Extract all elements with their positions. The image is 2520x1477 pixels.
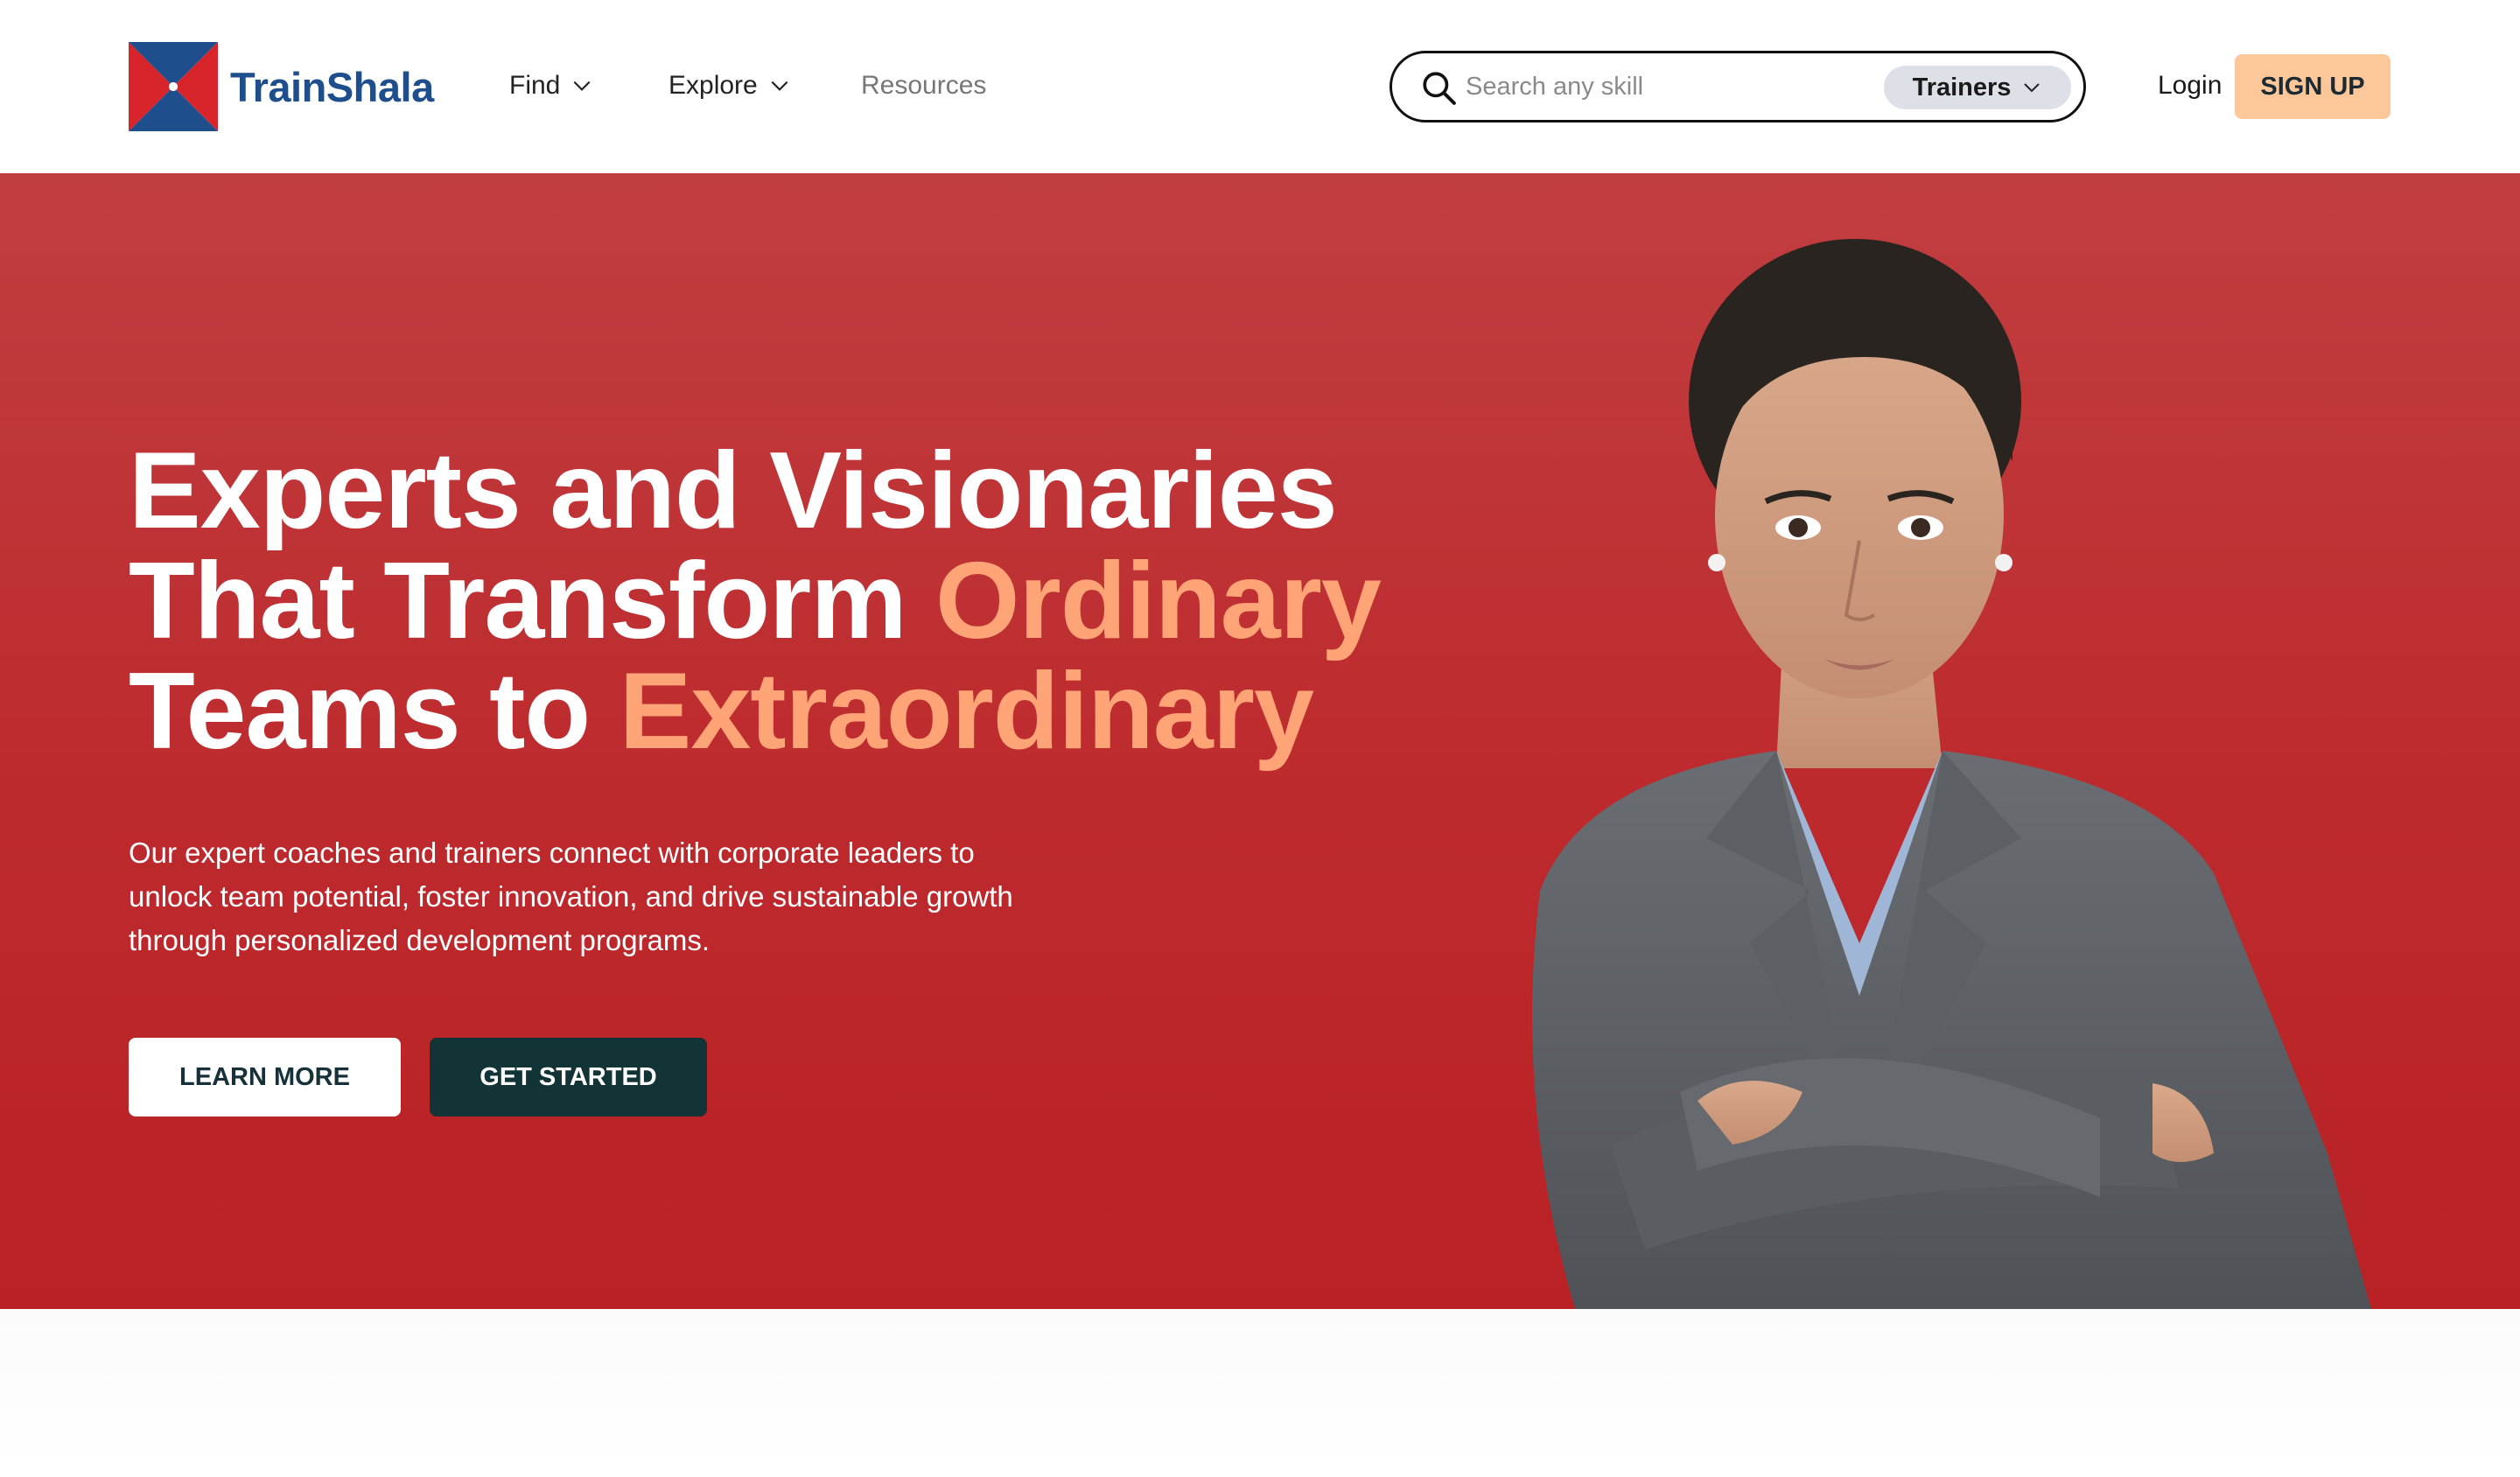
login-link[interactable]: Login bbox=[2158, 65, 2222, 107]
brand-name: TrainShala bbox=[230, 63, 434, 110]
search-icon[interactable] bbox=[1420, 69, 1457, 106]
pinwheel-logo-icon bbox=[129, 42, 218, 131]
brand-logo[interactable]: TrainShala bbox=[129, 42, 434, 131]
site-header: TrainShala Find Explore Resources Traine… bbox=[0, 0, 2520, 173]
headline-line-3-pre: Teams to bbox=[129, 651, 620, 772]
get-started-button[interactable]: GET STARTED bbox=[430, 1038, 707, 1116]
search-type-label: Trainers bbox=[1912, 73, 2012, 102]
hero-portrait-image bbox=[1532, 239, 2371, 1309]
headline-line-1: Experts and Visionaries bbox=[129, 430, 1338, 551]
below-hero-section bbox=[0, 1309, 2520, 1477]
nav-explore-label: Explore bbox=[668, 71, 758, 100]
chevron-down-icon bbox=[573, 80, 591, 91]
hero-subtext: Our expert coaches and trainers connect … bbox=[129, 836, 1013, 956]
nav-find-label: Find bbox=[509, 71, 561, 100]
hero-section: Experts and Visionaries That Transform O… bbox=[0, 173, 2520, 1309]
learn-more-button[interactable]: LEARN MORE bbox=[129, 1038, 401, 1116]
signup-button[interactable]: SIGN UP bbox=[2235, 54, 2390, 119]
nav-explore[interactable]: Explore bbox=[668, 63, 791, 108]
nav-find[interactable]: Find bbox=[509, 63, 593, 108]
headline-accent-extraordinary: Extraordinary bbox=[619, 651, 1314, 772]
hero-headline: Experts and Visionaries That Transform O… bbox=[129, 436, 1441, 766]
search-bar: Trainers bbox=[1390, 51, 2086, 122]
chevron-down-icon bbox=[2024, 83, 2040, 93]
headline-line-2-pre: That Transform bbox=[129, 541, 936, 662]
search-input[interactable] bbox=[1466, 69, 1851, 104]
nav-resources[interactable]: Resources bbox=[861, 63, 986, 108]
search-type-dropdown[interactable]: Trainers bbox=[1884, 66, 2071, 109]
chevron-down-icon bbox=[771, 80, 788, 91]
headline-accent-ordinary: Ordinary bbox=[935, 541, 1382, 662]
